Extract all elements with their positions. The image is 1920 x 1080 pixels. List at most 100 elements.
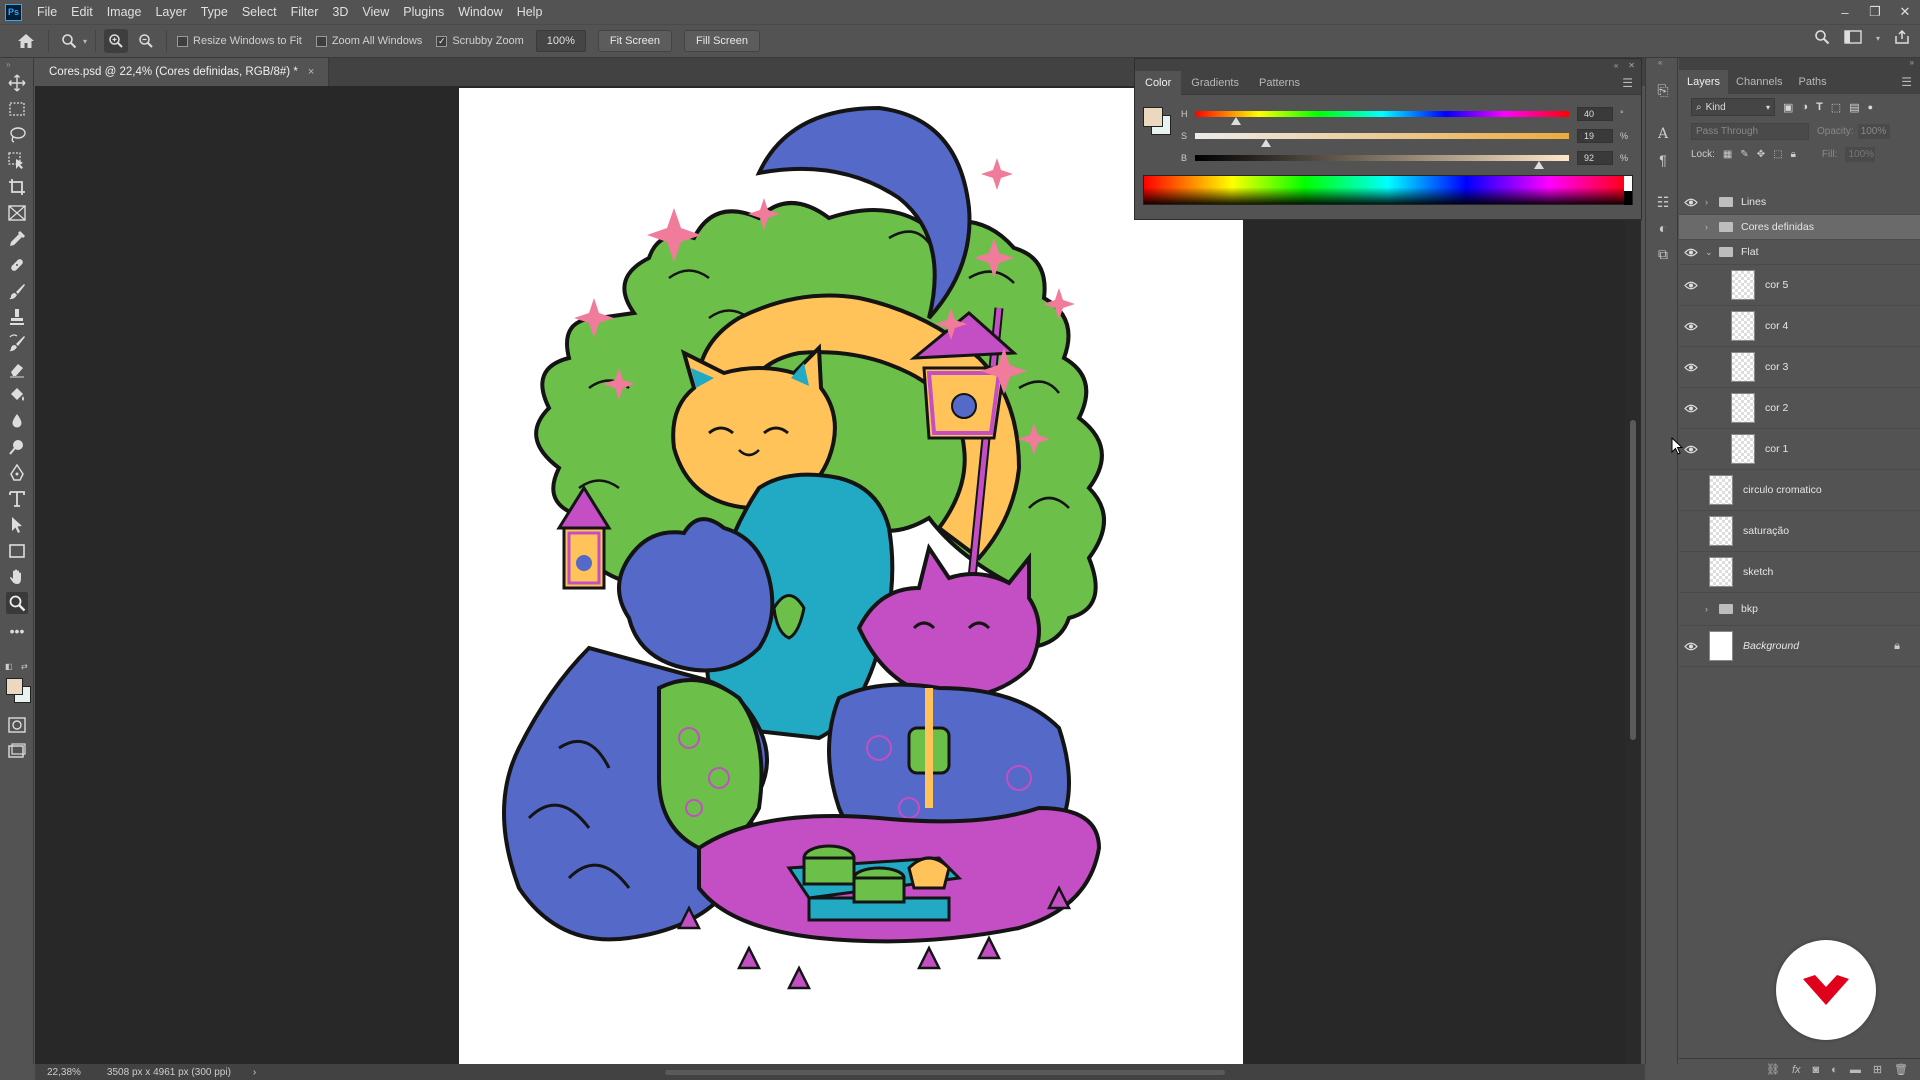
visibility-eye-icon[interactable] (1679, 347, 1703, 387)
lock-icon[interactable]: 🔒︎ (1894, 640, 1900, 653)
zoom-tool-icon[interactable] (6, 592, 28, 614)
layer-row-cor-5[interactable]: cor 5 (1679, 265, 1920, 306)
expand-toolbar-icon[interactable]: » (6, 60, 10, 69)
filter-pixel-icon[interactable]: ▣ (1783, 101, 1793, 114)
document-canvas[interactable] (459, 88, 1243, 1064)
blur-tool-icon[interactable] (6, 410, 28, 432)
panel-menu-icon[interactable]: ☰ (1622, 76, 1633, 90)
minimize-icon[interactable]: – (1830, 0, 1860, 24)
fill-screen-button[interactable]: Fill Screen (683, 30, 760, 52)
history-brush-tool-icon[interactable] (6, 332, 28, 354)
chevron-down-icon[interactable]: ▾ (83, 37, 87, 46)
close-panel-icon[interactable]: ✕ (1628, 61, 1635, 70)
history-panel-icon[interactable]: ⎘ (1653, 80, 1673, 100)
menu-window[interactable]: Window (451, 0, 509, 24)
visibility-eye-icon[interactable] (1679, 306, 1703, 346)
lock-position-icon[interactable]: ✥ (1757, 149, 1765, 160)
layer-row-saturacao[interactable]: saturação (1679, 511, 1920, 552)
lock-all-icon[interactable]: 🔒︎ (1791, 149, 1796, 160)
saturation-value-input[interactable]: 19 (1577, 129, 1613, 143)
menu-type[interactable]: Type (194, 0, 235, 24)
path-selection-tool-icon[interactable] (6, 514, 28, 536)
zoom-tool-preset-icon[interactable] (57, 29, 81, 53)
foreground-color-swatch[interactable] (6, 678, 23, 695)
properties-panel-icon[interactable]: ☷ (1653, 192, 1673, 212)
object-selection-tool-icon[interactable] (6, 150, 28, 172)
character-panel-icon[interactable]: A (1653, 124, 1673, 144)
swap-colors-icon[interactable]: ⇄ (21, 662, 28, 671)
adjustment-layer-icon[interactable]: ◐ (1831, 1064, 1838, 1076)
panel-menu-icon[interactable]: ☰ (1901, 75, 1912, 89)
lock-artboard-icon[interactable]: ⬚ (1773, 149, 1782, 160)
marquee-tool-icon[interactable] (6, 98, 28, 120)
visibility-eye-icon[interactable] (1679, 240, 1703, 264)
frame-tool-icon[interactable] (6, 202, 28, 224)
home-icon[interactable] (12, 27, 40, 55)
color-spectrum[interactable] (1143, 175, 1633, 205)
chevron-right-icon[interactable]: › (1705, 222, 1715, 232)
menu-layer[interactable]: Layer (148, 0, 193, 24)
document-tab[interactable]: Cores.psd @ 22,4% (Cores definidas, RGB/… (35, 58, 330, 86)
delete-layer-icon[interactable]: 🗑︎ (1894, 1063, 1908, 1076)
chevron-down-icon[interactable]: ▾ (1876, 34, 1880, 43)
checkbox-box[interactable] (177, 35, 189, 47)
tab-gradients[interactable]: Gradients (1181, 71, 1249, 95)
screen-mode-icon[interactable] (6, 740, 28, 762)
layer-row-cor-2[interactable]: cor 2 (1679, 388, 1920, 429)
hue-value-input[interactable]: 40 (1577, 107, 1613, 121)
visibility-eye-icon[interactable] (1679, 388, 1703, 428)
canvas-area[interactable] (35, 86, 1630, 1064)
scrubby-zoom-checkbox[interactable]: ✓ Scrubby Zoom (436, 35, 524, 47)
rectangle-tool-icon[interactable] (6, 540, 28, 562)
search-icon[interactable] (1814, 29, 1830, 48)
filter-type-icon[interactable]: T (1816, 101, 1823, 113)
spectrum-black-swatch[interactable] (1624, 191, 1632, 205)
foreground-color-swatch[interactable] (1143, 107, 1163, 127)
zoom-out-icon[interactable] (134, 29, 158, 53)
lock-pixels-icon[interactable]: ✎ (1740, 149, 1748, 160)
checkbox-checked[interactable]: ✓ (436, 35, 448, 47)
fit-screen-button[interactable]: Fit Screen (597, 30, 672, 52)
layer-row-cor-4[interactable]: cor 4 (1679, 306, 1920, 347)
collapse-panel-icon[interactable]: « (1614, 61, 1618, 70)
opacity-input[interactable]: 100% (1857, 123, 1890, 139)
hand-tool-icon[interactable] (6, 566, 28, 588)
resize-windows-checkbox[interactable]: Resize Windows to Fit (177, 35, 302, 47)
healing-brush-tool-icon[interactable] (6, 254, 28, 276)
layer-row-background[interactable]: Background 🔒︎ (1679, 626, 1920, 667)
collapse-panel-icon[interactable]: » (1910, 58, 1914, 67)
menu-view[interactable]: View (355, 0, 396, 24)
layer-row-flat[interactable]: ⌄ Flat (1679, 240, 1920, 265)
layer-row-bkp[interactable]: › bkp (1679, 593, 1920, 626)
more-tools-icon[interactable]: ••• (6, 620, 28, 642)
close-window-icon[interactable]: ✕ (1890, 0, 1920, 24)
workspace-icon[interactable] (1844, 30, 1862, 47)
visibility-eye-icon[interactable] (1679, 190, 1703, 214)
hue-slider-thumb[interactable] (1231, 117, 1242, 125)
visibility-eye-icon[interactable] (1679, 265, 1703, 305)
menu-edit[interactable]: Edit (64, 0, 100, 24)
filter-shape-icon[interactable]: ⬚ (1831, 101, 1841, 114)
vertical-scrollbar[interactable] (1625, 86, 1641, 1064)
zoom-in-icon[interactable] (104, 29, 129, 53)
spectrum-white-swatch[interactable] (1624, 176, 1632, 191)
zoom-all-windows-checkbox[interactable]: Zoom All Windows (315, 35, 422, 47)
layer-row-cores-definidas[interactable]: › Cores definidas (1679, 215, 1920, 240)
expand-panels-icon[interactable]: « (1658, 58, 1662, 67)
tab-patterns[interactable]: Patterns (1249, 71, 1310, 95)
lock-transparency-icon[interactable]: ▦ (1723, 149, 1732, 160)
filter-smart-object-icon[interactable]: ▤ (1849, 101, 1859, 114)
brightness-value-input[interactable]: 92 (1577, 151, 1613, 165)
menu-3d[interactable]: 3D (325, 0, 355, 24)
paint-bucket-tool-icon[interactable] (6, 384, 28, 406)
link-layers-icon[interactable]: ⛓ (1766, 1063, 1780, 1076)
layer-row-sketch[interactable]: sketch (1679, 552, 1920, 593)
menu-file[interactable]: File (30, 0, 64, 24)
chevron-down-icon[interactable]: ⌄ (1705, 247, 1715, 258)
status-arrow-icon[interactable]: › (253, 1067, 256, 1078)
type-tool-icon[interactable] (6, 488, 28, 510)
visibility-eye-icon[interactable] (1679, 626, 1703, 666)
layer-row-cor-3[interactable]: cor 3 (1679, 347, 1920, 388)
close-tab-icon[interactable]: × (308, 66, 314, 78)
tab-channels[interactable]: Channels (1728, 70, 1790, 94)
